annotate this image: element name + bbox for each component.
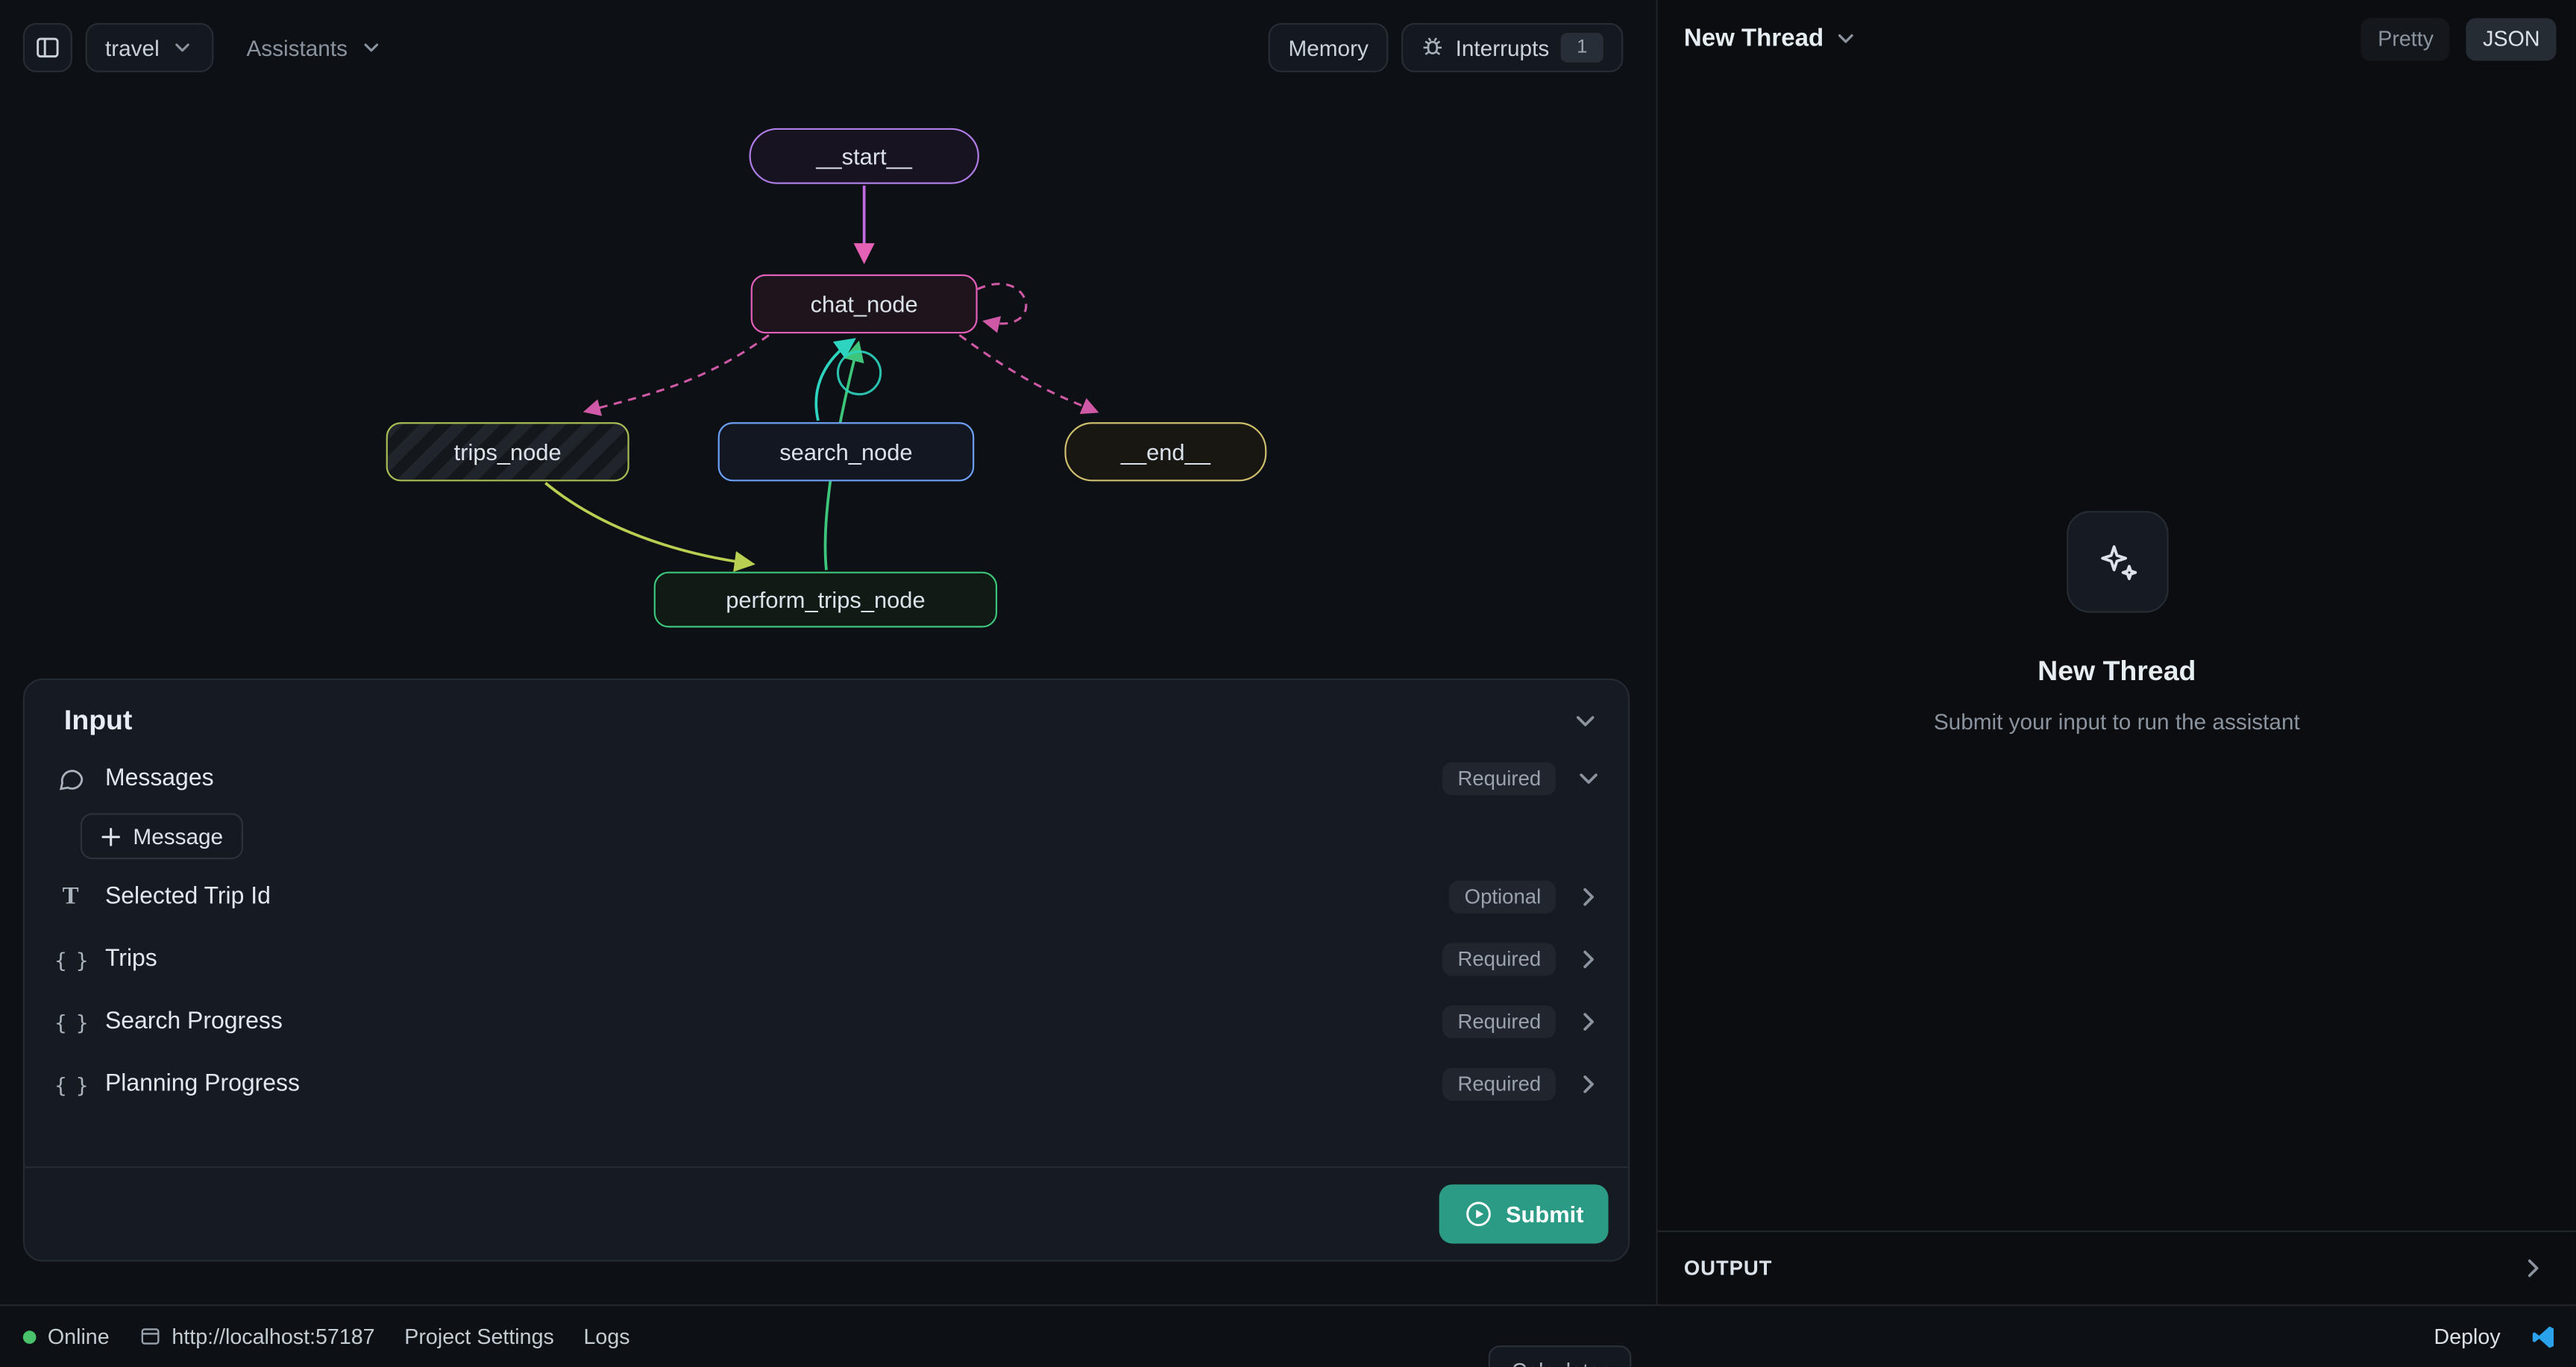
interrupts-count-badge: 1 [1561,33,1603,63]
logs-link[interactable]: Logs [583,1324,629,1348]
empty-state-subtitle: Submit your input to run the assistant [1934,710,2300,735]
node-label: trips_node [454,439,562,465]
output-section-header[interactable]: OUTPUT [1658,1231,2576,1304]
status-bar: Online http://localhost:57187 Project Se… [0,1304,2576,1367]
memory-button[interactable]: Memory [1269,23,1388,72]
thread-title: New Thread [1684,25,1823,52]
braces-icon: { } [52,1072,88,1096]
pretty-toggle-button[interactable]: Pretty [2361,17,2450,60]
input-field-search-progress[interactable]: { } Search Progress Required [52,990,1605,1053]
chevron-down-icon[interactable] [1572,764,1605,794]
output-label: OUTPUT [1684,1257,1773,1280]
input-field-messages[interactable]: Messages Required [52,747,1605,810]
input-panel: Input Messages Required [23,679,1630,1262]
graph-node-end[interactable]: __end__ [1064,422,1266,481]
braces-icon: { } [52,947,88,972]
input-panel-header[interactable]: Input [25,680,1628,747]
pretty-label: Pretty [2378,26,2434,51]
sparkles-icon [2096,541,2138,583]
thread-header: New Thread Pretty JSON [1658,0,2576,78]
graph-toolbar: travel Assistants Memory [0,0,1656,95]
graph-node-search[interactable]: search_node [718,422,975,481]
add-message-row: Message [81,813,1605,859]
json-label: JSON [2483,26,2539,51]
server-url-label: http://localhost:57187 [172,1324,374,1348]
online-label: Online [48,1324,110,1348]
input-field-selected-trip-id[interactable]: T Selected Trip Id Optional [52,866,1605,928]
chevron-right-icon[interactable] [1572,1007,1605,1037]
input-field-trips[interactable]: { } Trips Required [52,928,1605,991]
graph-select-label: travel [105,35,160,60]
node-label: search_node [779,439,912,465]
empty-thread-state: New Thread Submit your input to run the … [1658,511,2576,735]
interrupts-label: Interrupts [1456,35,1550,60]
server-url[interactable]: http://localhost:57187 [139,1324,374,1348]
project-settings-link[interactable]: Project Settings [404,1324,554,1348]
graph-node-perform-trips[interactable]: perform_trips_node [654,572,997,628]
online-dot-icon [23,1330,37,1343]
add-message-button[interactable]: Message [81,813,243,859]
panel-left-icon [34,34,60,60]
chevron-right-icon[interactable] [2517,1254,2550,1283]
node-label: perform_trips_node [726,586,925,612]
chevron-down-icon [171,36,194,59]
braces-icon: { } [52,1010,88,1034]
node-label: __end__ [1121,439,1210,465]
memory-label: Memory [1288,35,1368,60]
graph-node-trips[interactable]: trips_node [386,422,629,481]
text-type-icon: T [52,883,88,911]
field-badge: Required [1443,1005,1556,1038]
field-label: Planning Progress [105,1071,300,1097]
message-icon [52,764,88,792]
field-badge: Optional [1450,881,1556,914]
bug-icon [1421,36,1444,59]
node-label: __start__ [816,143,912,169]
sidebar-toggle-button[interactable] [23,23,72,72]
calculator-button[interactable]: Calculator [1489,1345,1631,1367]
field-badge: Required [1443,1068,1556,1101]
graph-panel: travel Assistants Memory [0,0,1656,1304]
graph-node-start[interactable]: __start__ [749,128,978,184]
chevron-down-icon[interactable] [1833,26,1858,51]
sparkles-icon-card [2066,511,2168,613]
add-message-label: Message [133,824,223,849]
graph-select[interactable]: travel [86,23,214,72]
calculator-label: Calculator [1512,1358,1608,1367]
assistants-label: Assistants [246,35,348,60]
submit-button[interactable]: Submit [1439,1184,1609,1243]
deploy-link[interactable]: Deploy [2434,1324,2501,1348]
graph-node-chat[interactable]: chat_node [751,274,978,333]
input-panel-footer: Submit [25,1166,1628,1260]
online-status: Online [23,1324,110,1348]
chevron-down-icon[interactable] [1569,706,1602,736]
chevron-right-icon[interactable] [1572,1069,1605,1099]
input-panel-title: Input [64,705,133,738]
plus-icon [100,826,122,847]
chevron-right-icon[interactable] [1572,945,1605,975]
play-circle-icon [1463,1199,1493,1229]
window-icon [139,1326,160,1348]
assistants-select[interactable]: Assistants [227,23,402,72]
empty-state-title: New Thread [2038,656,2196,688]
vscode-icon[interactable] [2530,1323,2556,1349]
submit-label: Submit [1506,1201,1584,1227]
field-label: Trips [105,946,157,972]
field-label: Messages [105,766,214,792]
node-label: chat_node [811,291,918,317]
field-label: Selected Trip Id [105,884,271,910]
field-badge: Required [1443,762,1556,795]
input-field-planning-progress[interactable]: { } Planning Progress Required [52,1053,1605,1116]
field-label: Search Progress [105,1009,283,1035]
chevron-down-icon [359,36,382,59]
interrupts-button[interactable]: Interrupts 1 [1401,23,1623,72]
json-toggle-button[interactable]: JSON [2466,17,2556,60]
field-badge: Required [1443,943,1556,975]
chevron-right-icon[interactable] [1572,882,1605,912]
thread-panel: New Thread Pretty JSON [1656,0,2576,1304]
